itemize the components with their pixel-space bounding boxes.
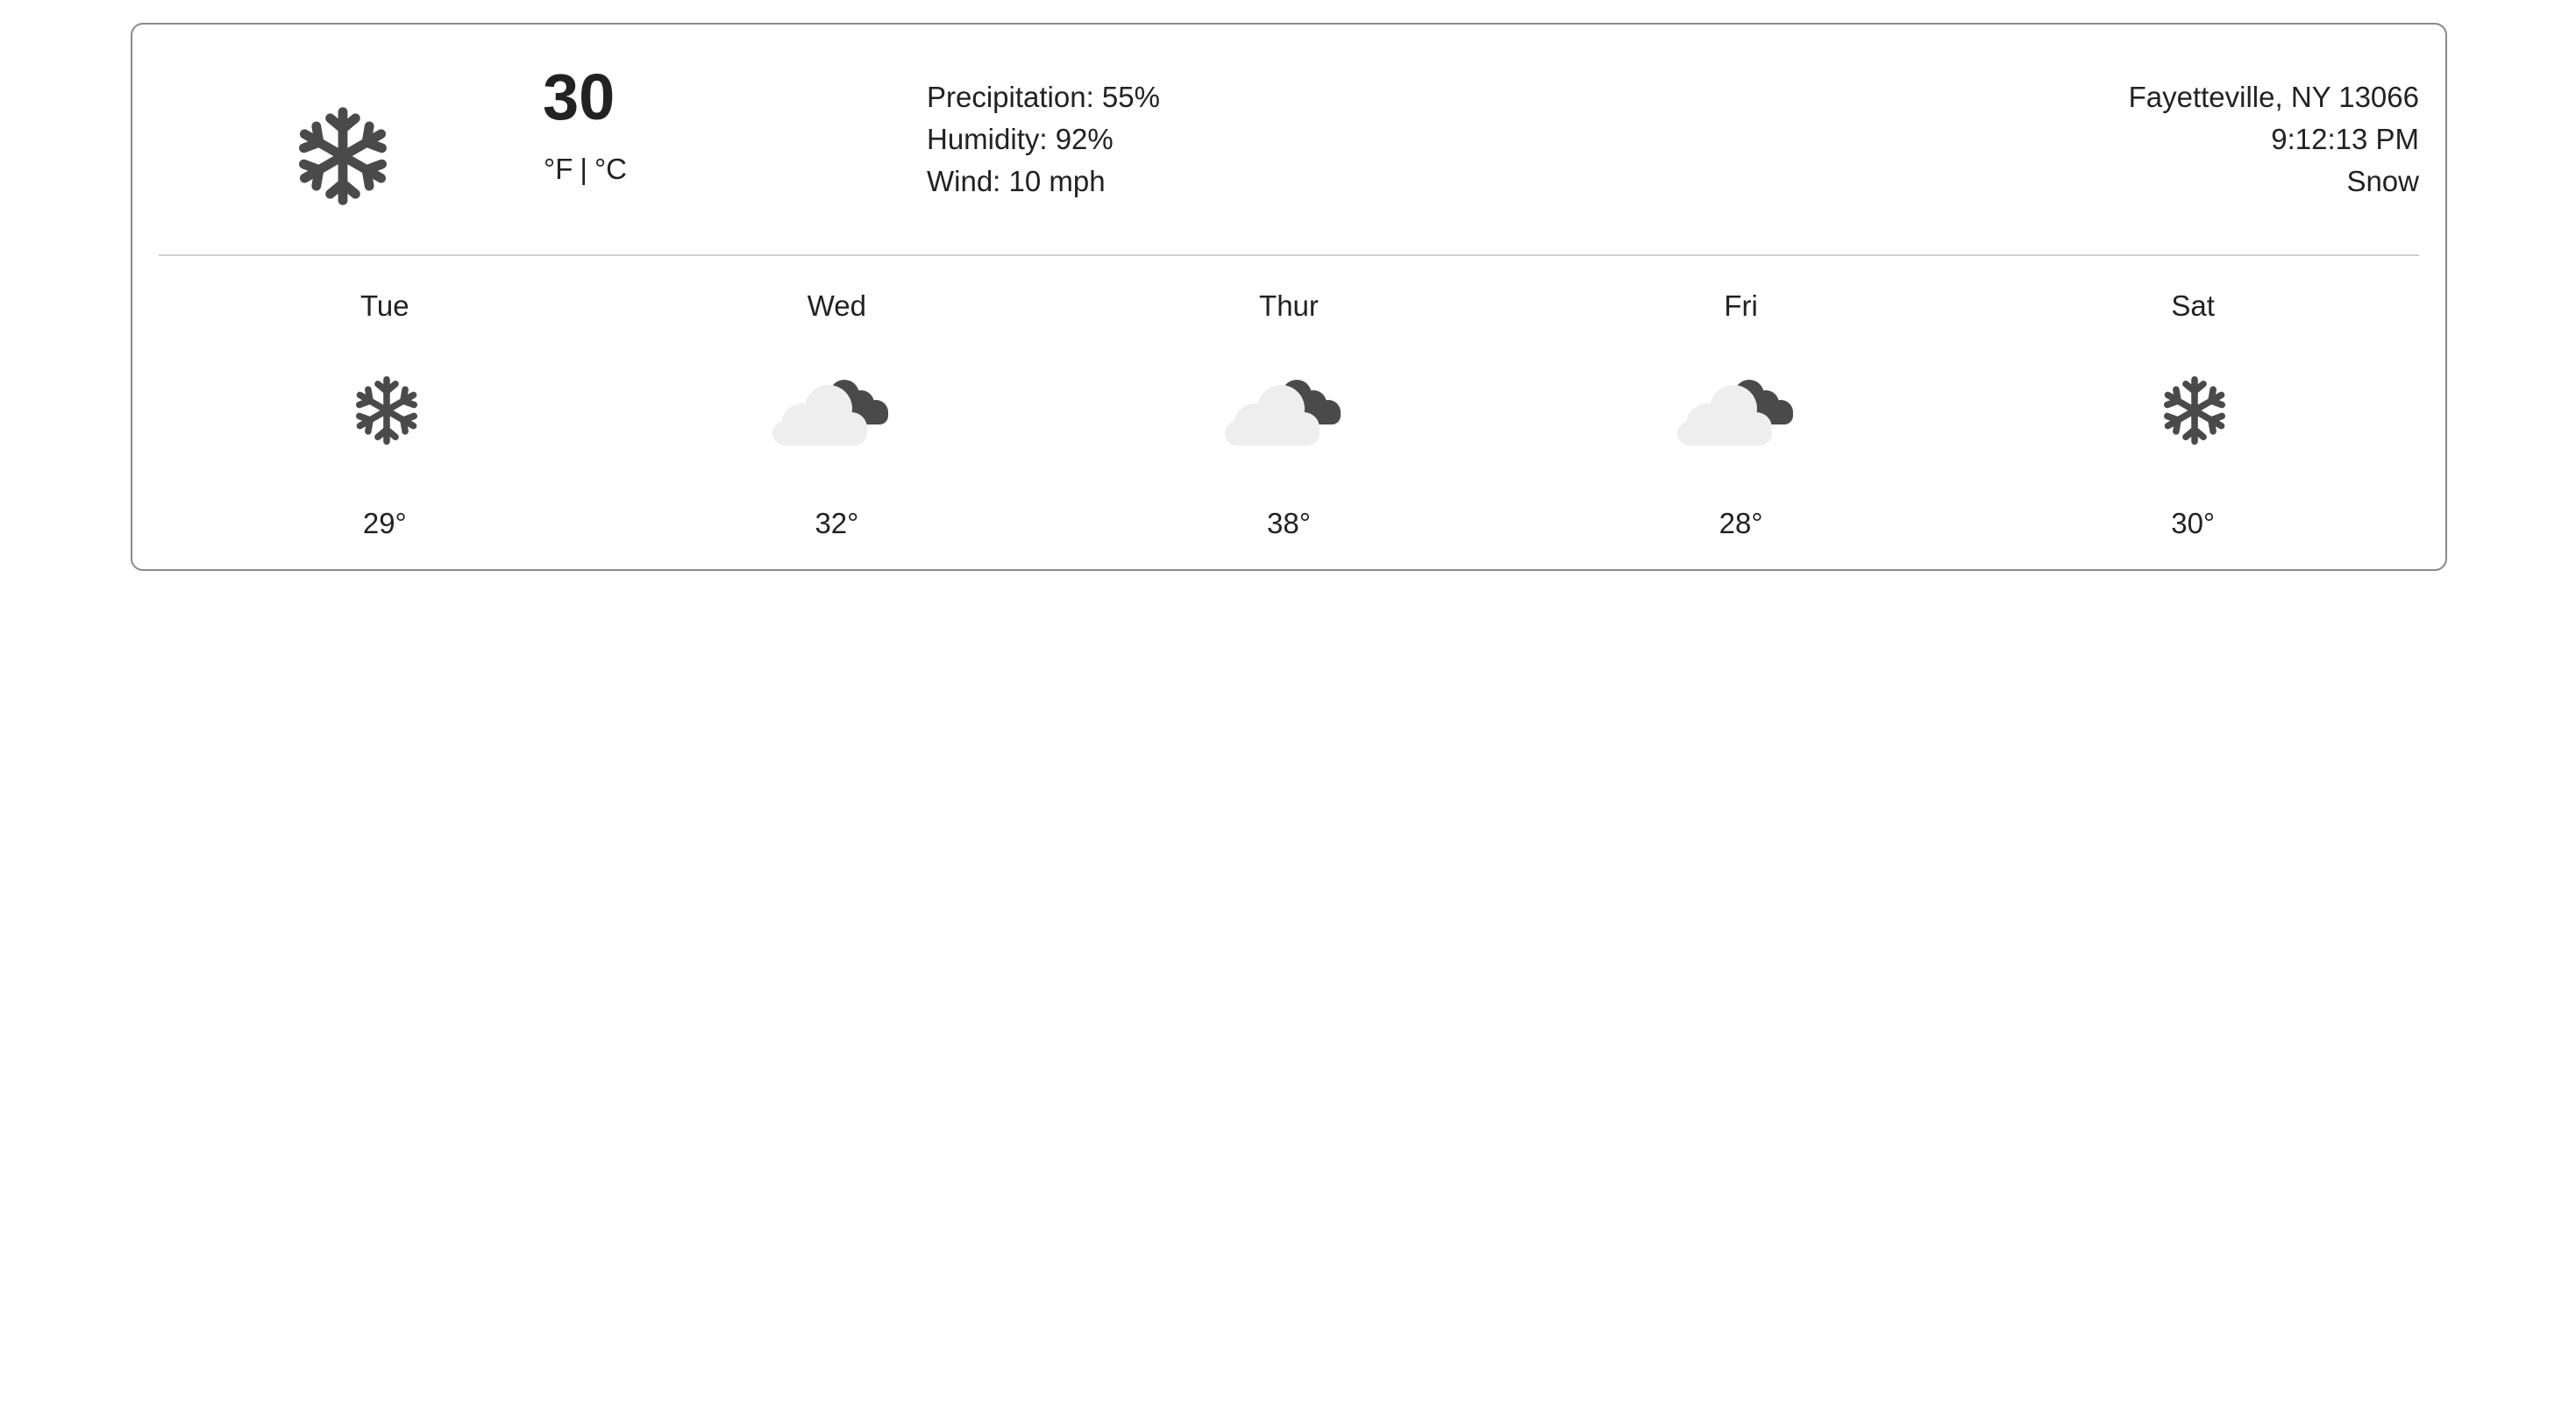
forecast-day: Tue 29° <box>159 256 611 554</box>
current-conditions: 30 °F | °C Precipitation: 55% Humidity: 92… <box>132 25 2445 254</box>
forecast-day-name: Thur <box>1259 289 1319 322</box>
partly-cloudy-night-icon <box>1676 380 1793 446</box>
unit-separator: | <box>580 153 587 185</box>
forecast-day-name: Sat <box>2171 289 2215 322</box>
forecast-day-name: Tue <box>359 289 409 322</box>
partly-cloudy-night-icon <box>772 380 889 446</box>
forecast-day-name: Wed <box>807 289 867 322</box>
location-info: Fayetteville, NY 13066 9:12:13 PM Snow <box>2129 76 2419 203</box>
time-text: 9:12:13 PM <box>2271 123 2419 155</box>
unit-fahrenheit-button[interactable]: °F <box>544 153 573 185</box>
current-temperature: 30 <box>543 61 616 133</box>
forecast-row: Tue 29° Wed 32° Thur 38° Fri 28° Sat 30° <box>159 256 2419 554</box>
snowflake-icon <box>290 103 395 209</box>
unit-celsius-button[interactable]: °C <box>594 153 627 185</box>
snowflake-icon <box>2127 367 2259 454</box>
forecast-day: Thur 38° <box>1063 256 1515 554</box>
wind-text: Wind: 10 mph <box>927 165 1106 197</box>
forecast-day-name: Fri <box>1724 289 1758 322</box>
weather-widget: 30 °F | °C Precipitation: 55% Humidity: 92… <box>131 23 2447 571</box>
forecast-temp: 29° <box>362 507 407 539</box>
forecast-temp: 32° <box>815 507 859 539</box>
location-text: Fayetteville, NY 13066 <box>2128 81 2419 113</box>
forecast-day: Fri 28° <box>1515 256 1968 554</box>
weather-details: Precipitation: 55% Humidity: 92% Wind: 1… <box>927 76 1160 203</box>
precipitation-text: Precipitation: 55% <box>927 81 1160 113</box>
forecast-temp: 30° <box>2171 507 2216 539</box>
condition-text: Snow <box>2346 165 2419 197</box>
forecast-day: Sat 30° <box>1967 256 2419 554</box>
snowflake-icon <box>319 367 451 454</box>
forecast-day: Wed 32° <box>611 256 1064 554</box>
forecast-temp: 28° <box>1719 507 1763 539</box>
forecast-temp: 38° <box>1267 507 1311 539</box>
humidity-text: Humidity: 92% <box>927 123 1114 155</box>
partly-cloudy-night-icon <box>1224 380 1341 446</box>
unit-toggle: °F | °C <box>544 154 627 183</box>
